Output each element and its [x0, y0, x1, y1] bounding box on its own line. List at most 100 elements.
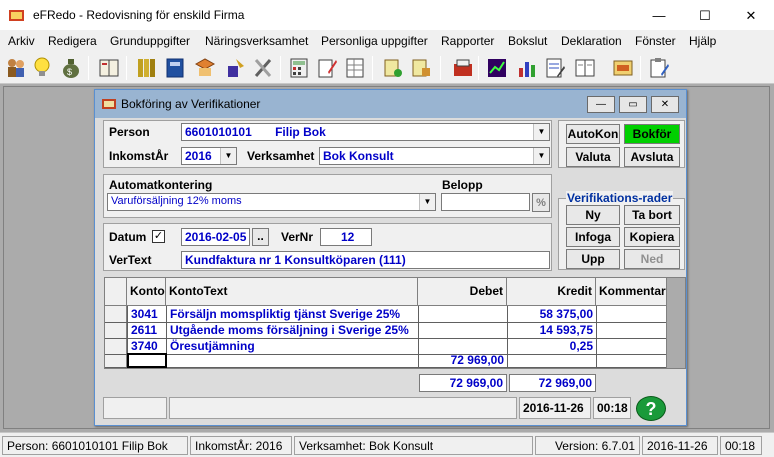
menu-fonster[interactable]: Fönster: [635, 34, 676, 48]
status-date: 2016-11-26: [642, 436, 718, 455]
status-person: Person: 6601010101 Filip Bok: [2, 436, 188, 455]
chart-line-icon[interactable]: [486, 56, 508, 80]
ny-button[interactable]: Ny: [566, 205, 620, 225]
cell-konto[interactable]: 3740: [128, 338, 166, 354]
paint-icon[interactable]: [224, 56, 246, 80]
ta-bort-button[interactable]: Ta bort: [624, 205, 680, 225]
belopp-label: Belopp: [442, 178, 483, 192]
bar-chart-icon[interactable]: [516, 56, 538, 80]
menu-grunduppgifter[interactable]: Grunduppgifter: [110, 34, 190, 48]
bokfor-button[interactable]: Bokför: [624, 124, 680, 144]
cell-konto[interactable]: 3041: [128, 306, 166, 322]
ned-button[interactable]: Ned: [624, 249, 680, 269]
document-edit-icon[interactable]: [316, 56, 338, 80]
menu-arkiv[interactable]: Arkiv: [8, 34, 35, 48]
valuta-button[interactable]: Valuta: [566, 147, 620, 167]
svg-text:$: $: [67, 67, 72, 77]
child-maximize-button[interactable]: ▭: [619, 96, 647, 113]
status-time: 00:18: [720, 436, 762, 455]
vertext-label: VerText: [109, 253, 152, 267]
column-header-kontotext[interactable]: KontoText: [166, 278, 418, 306]
menu-naringsverksamhet[interactable]: Näringsverksamhet: [205, 34, 308, 48]
verksamhet-combo[interactable]: Bok Konsult ▼: [319, 147, 550, 165]
chevron-down-icon[interactable]: ▼: [533, 124, 549, 140]
chevron-down-icon[interactable]: ▼: [220, 148, 236, 164]
child-title-bar: Bokföring av Verifikationer — ▭ ✕: [95, 90, 686, 118]
help-icon[interactable]: ?: [636, 396, 666, 421]
column-header-kommentar[interactable]: Kommentar: [596, 278, 667, 306]
person-combo[interactable]: 6601010101 Filip Bok ▼: [181, 123, 550, 141]
menu-hjalp[interactable]: Hjälp: [689, 34, 716, 48]
cell-kredit[interactable]: [508, 352, 596, 367]
inkomstar-label: InkomstÅr: [109, 149, 169, 163]
status-version: Version: 6.7.01: [535, 436, 640, 455]
datum-picker-button[interactable]: ..: [252, 228, 269, 246]
menu-redigera[interactable]: Redigera: [48, 34, 97, 48]
ledger-icon[interactable]: [136, 56, 158, 80]
cell-kommentar[interactable]: [597, 322, 667, 338]
tools-icon[interactable]: [252, 56, 274, 80]
clipboard-icon[interactable]: [648, 56, 670, 80]
book-icon[interactable]: [98, 56, 120, 80]
folder-arrow-icon[interactable]: [194, 56, 216, 80]
cell-konto-selected[interactable]: [127, 353, 167, 368]
menu-deklaration[interactable]: Deklaration: [561, 34, 622, 48]
minimize-button[interactable]: —: [636, 0, 682, 31]
calculator-icon[interactable]: [288, 56, 310, 80]
close-button[interactable]: ✕: [728, 0, 774, 31]
people-icon[interactable]: [5, 56, 27, 80]
autokontering-combo[interactable]: Varuförsäljning 12% moms ▼: [107, 193, 436, 211]
autokon-button[interactable]: AutoKon: [566, 124, 620, 144]
vernr-input[interactable]: 12: [320, 228, 372, 246]
moneybag-icon[interactable]: $: [60, 56, 82, 80]
stamp-icon[interactable]: [612, 56, 634, 80]
cell-kontotext[interactable]: [167, 352, 418, 367]
cell-kommentar[interactable]: [597, 352, 667, 367]
child-status-date: 2016-11-26: [519, 397, 591, 419]
vertext-input[interactable]: Kundfaktura nr 1 Konsultköparen (111): [181, 251, 550, 269]
inkomstar-combo[interactable]: 2016 ▼: [181, 147, 237, 165]
verksamhet-value: Bok Konsult: [323, 149, 394, 163]
vernr-label: VerNr: [281, 230, 314, 244]
datum-checkbox[interactable]: ✓: [152, 230, 165, 243]
open-book-icon[interactable]: [574, 56, 596, 80]
belopp-input[interactable]: [441, 193, 530, 211]
bulb-icon[interactable]: [31, 56, 53, 80]
menu-bokslut[interactable]: Bokslut: [508, 34, 547, 48]
cell-debet[interactable]: [419, 306, 507, 322]
receipt-icon[interactable]: [452, 56, 474, 80]
avsluta-button[interactable]: Avsluta: [624, 147, 680, 167]
child-minimize-button[interactable]: —: [587, 96, 615, 113]
upp-button[interactable]: Upp: [566, 249, 620, 269]
column-header-kredit[interactable]: Kredit: [507, 278, 596, 306]
sum-debet: 72 969,00: [419, 374, 507, 392]
datum-input[interactable]: 2016-02-05: [181, 228, 250, 246]
cell-konto[interactable]: 2611: [128, 322, 166, 338]
infoga-button[interactable]: Infoga: [566, 227, 620, 247]
child-close-button[interactable]: ✕: [651, 96, 679, 113]
report-icon[interactable]: [544, 56, 566, 80]
window-title: eFRedo - Redovisning för enskild Firma: [33, 8, 245, 22]
package-icon[interactable]: [410, 56, 432, 80]
cell-debet[interactable]: 72 969,00: [419, 352, 507, 367]
cell-kontotext[interactable]: Försäljn momspliktig tjänst Sverige 25%: [167, 306, 418, 322]
cell-kredit[interactable]: 58 375,00: [508, 306, 596, 322]
cell-kontotext[interactable]: Utgående moms försäljning i Sverige 25%: [167, 322, 418, 338]
cell-kredit[interactable]: 14 593,75: [508, 322, 596, 338]
tag-icon[interactable]: [382, 56, 404, 80]
chevron-down-icon[interactable]: ▼: [533, 148, 549, 164]
maximize-button[interactable]: ☐: [682, 0, 728, 31]
binder-icon[interactable]: [164, 56, 186, 80]
kopiera-button[interactable]: Kopiera: [624, 227, 680, 247]
cell-kommentar[interactable]: [597, 306, 667, 322]
column-header-debet[interactable]: Debet: [418, 278, 507, 306]
menu-personliga-uppgifter[interactable]: Personliga uppgifter: [321, 34, 428, 48]
chevron-down-icon[interactable]: ▼: [419, 194, 435, 210]
toolbar: $: [0, 52, 774, 84]
cell-debet[interactable]: [419, 322, 507, 338]
percent-button[interactable]: %: [532, 193, 550, 212]
column-header-konto[interactable]: Konto: [127, 278, 166, 306]
menu-rapporter[interactable]: Rapporter: [441, 34, 494, 48]
status-bar: Person: 6601010101 Filip Bok InkomstÅr: …: [0, 432, 774, 457]
spreadsheet-icon[interactable]: [344, 56, 366, 80]
